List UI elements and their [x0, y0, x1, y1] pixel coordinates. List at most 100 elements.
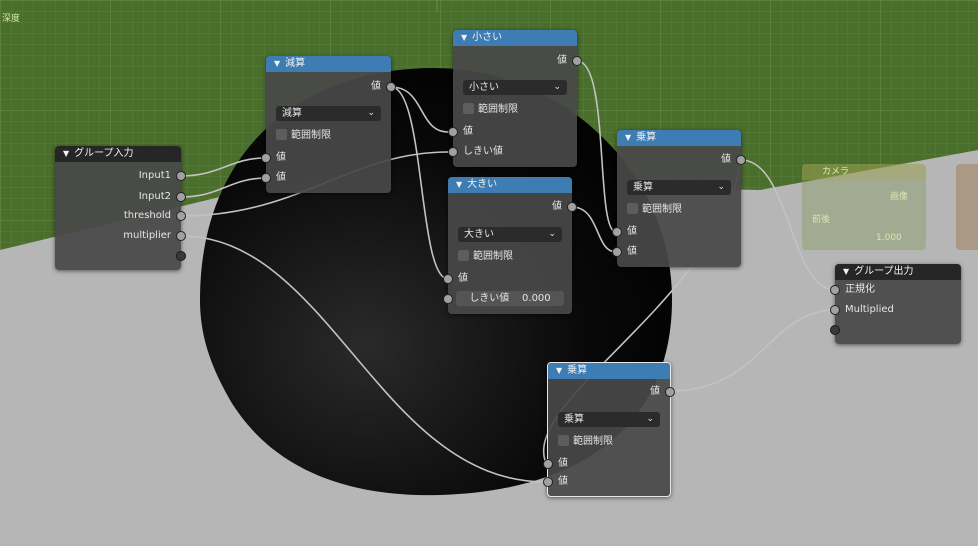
less-than-clamp-checkbox[interactable]: 範囲制限 [463, 102, 518, 118]
group-input-node[interactable]: ▼ グループ入力 Input1 Input2 threshold multipli… [55, 146, 186, 270]
checkbox-box[interactable] [558, 435, 569, 446]
socket-row-empty [55, 247, 186, 265]
group-output-header[interactable]: ▼ グループ出力 [835, 264, 961, 280]
less-than-input-row-2: しきい値 [448, 143, 577, 161]
socket-input-value[interactable] [448, 127, 458, 137]
socket-output-input1[interactable] [176, 171, 186, 181]
greater-than-title: 大きい [467, 179, 498, 190]
socket-input-value[interactable] [261, 153, 271, 163]
subtract-clamp-checkbox[interactable]: 範囲制限 [276, 128, 331, 144]
group-output-input-row-2: Multiplied [830, 301, 961, 319]
ghost-node-right [956, 164, 978, 250]
socket-input-threshold[interactable] [443, 294, 453, 304]
socket-output-empty[interactable] [176, 251, 186, 261]
subtract-operation-dropdown[interactable]: 減算 ⌄ [276, 106, 381, 121]
greater-than-input-row: 値 [443, 270, 572, 288]
multiply-node-top[interactable]: ▼ 乗算 値 乗算 ⌄ 範囲制限 値 値 [612, 130, 746, 267]
collapse-triangle-icon[interactable]: ▼ [63, 149, 69, 158]
socket-output-value[interactable] [567, 202, 577, 212]
socket-input-threshold[interactable] [448, 147, 458, 157]
collapse-triangle-icon[interactable]: ▼ [625, 133, 631, 142]
group-input-header[interactable]: ▼ グループ入力 [55, 146, 181, 162]
socket-output-value[interactable] [736, 155, 746, 165]
socket-input-value[interactable] [612, 247, 622, 257]
less-than-header[interactable]: ▼ 小さい [453, 30, 577, 46]
multiply-bottom-output-row: 値 [548, 383, 675, 401]
less-than-title: 小さい [472, 32, 503, 43]
socket-input-multiplied[interactable] [830, 305, 840, 315]
multiply-top-input-row-2: 値 [612, 243, 741, 261]
group-input-title: グループ入力 [74, 148, 134, 159]
multiply-bottom-title: 乗算 [567, 365, 588, 376]
socket-output-value[interactable] [665, 387, 675, 397]
subtract-input-row-2: 値 [261, 169, 391, 187]
less-than-output-row: 値 [453, 52, 582, 70]
multiply-top-output-row: 値 [617, 151, 746, 169]
socket-output-value[interactable] [572, 56, 582, 66]
camera-in-label: 前後 [812, 215, 831, 225]
camera-node-ghost: カメラ 画像 前後 1.000 [802, 164, 926, 250]
multiply-top-operation-dropdown[interactable]: 乗算 ⌄ [627, 180, 731, 195]
subtract-output-row: 値 [266, 78, 396, 96]
socket-row-input2: Input2 [55, 188, 186, 206]
less-than-input-row-1: 値 [448, 123, 577, 141]
multiply-top-input-row-1: 値 [612, 223, 741, 241]
chevron-down-icon: ⌄ [646, 414, 654, 424]
camera-node-title: カメラ [802, 164, 926, 180]
socket-input-value[interactable] [543, 477, 553, 487]
socket-input-normalized[interactable] [830, 285, 840, 295]
socket-output-value[interactable] [386, 82, 396, 92]
socket-input-value[interactable] [543, 459, 553, 469]
group-output-input-row-1: 正規化 [830, 281, 961, 299]
multiply-bottom-clamp-checkbox[interactable]: 範囲制限 [558, 434, 613, 450]
checkbox-box[interactable] [276, 129, 287, 140]
subtract-input-row-1: 値 [261, 149, 391, 167]
less-than-node[interactable]: ▼ 小さい 値 小さい ⌄ 範囲制限 値 しきい値 [448, 30, 582, 167]
greater-than-output-row: 値 [448, 198, 577, 216]
greater-than-threshold-field[interactable]: しきい値 0.000 [443, 291, 564, 306]
collapse-triangle-icon[interactable]: ▼ [556, 366, 562, 375]
greater-than-node[interactable]: ▼ 大きい 値 大きい ⌄ 範囲制限 値 しきい値 0.000 [443, 177, 577, 314]
socket-row-threshold: threshold [55, 207, 186, 225]
socket-input-value[interactable] [612, 227, 622, 237]
multiply-bottom-operation-dropdown[interactable]: 乗算 ⌄ [558, 412, 660, 427]
group-output-input-row-empty [830, 321, 961, 339]
greater-than-clamp-checkbox[interactable]: 範囲制限 [458, 249, 513, 265]
multiply-top-clamp-checkbox[interactable]: 範囲制限 [627, 202, 682, 218]
multiply-bottom-input-row-2: 値 [543, 473, 670, 491]
camera-out-label: 画像 [889, 192, 908, 202]
socket-row-multiplier: multiplier [55, 227, 186, 245]
subtract-title: 減算 [285, 58, 306, 69]
chevron-down-icon: ⌄ [553, 82, 561, 92]
multiply-node-bottom[interactable]: ▼ 乗算 値 乗算 ⌄ 範囲制限 値 値 [543, 362, 675, 497]
socket-input-value[interactable] [443, 274, 453, 284]
socket-input-empty[interactable] [830, 325, 840, 335]
socket-output-threshold[interactable] [176, 211, 186, 221]
collapse-triangle-icon[interactable]: ▼ [461, 33, 467, 42]
subtract-node[interactable]: ▼ 減算 値 減算 ⌄ 範囲制限 値 値 [261, 56, 396, 193]
collapse-triangle-icon[interactable]: ▼ [456, 180, 462, 189]
multiply-bottom-input-row-1: 値 [543, 455, 670, 473]
chevron-down-icon: ⌄ [717, 182, 725, 192]
greater-than-operation-dropdown[interactable]: 大きい ⌄ [458, 227, 562, 242]
checkbox-box[interactable] [458, 250, 469, 261]
socket-output-input2[interactable] [176, 192, 186, 202]
chevron-down-icon: ⌄ [367, 108, 375, 118]
socket-output-multiplier[interactable] [176, 231, 186, 241]
checkbox-box[interactable] [627, 203, 638, 214]
multiply-top-title: 乗算 [636, 132, 657, 143]
less-than-operation-dropdown[interactable]: 小さい ⌄ [463, 80, 567, 95]
socket-input-value[interactable] [261, 173, 271, 183]
checkbox-box[interactable] [463, 103, 474, 114]
greater-than-header[interactable]: ▼ 大きい [448, 177, 572, 193]
collapse-triangle-icon[interactable]: ▼ [843, 267, 849, 276]
socket-row-input1: Input1 [55, 167, 186, 185]
chevron-down-icon: ⌄ [548, 229, 556, 239]
multiply-top-header[interactable]: ▼ 乗算 [617, 130, 741, 146]
subtract-header[interactable]: ▼ 減算 [266, 56, 391, 72]
multiply-bottom-header[interactable]: ▼ 乗算 [548, 363, 670, 379]
group-output-node[interactable]: ▼ グループ出力 正規化 Multiplied [830, 264, 961, 344]
collapse-triangle-icon[interactable]: ▼ [274, 59, 280, 68]
camera-value: 1.000 [876, 233, 902, 243]
depth-label: 深度 [2, 14, 21, 24]
